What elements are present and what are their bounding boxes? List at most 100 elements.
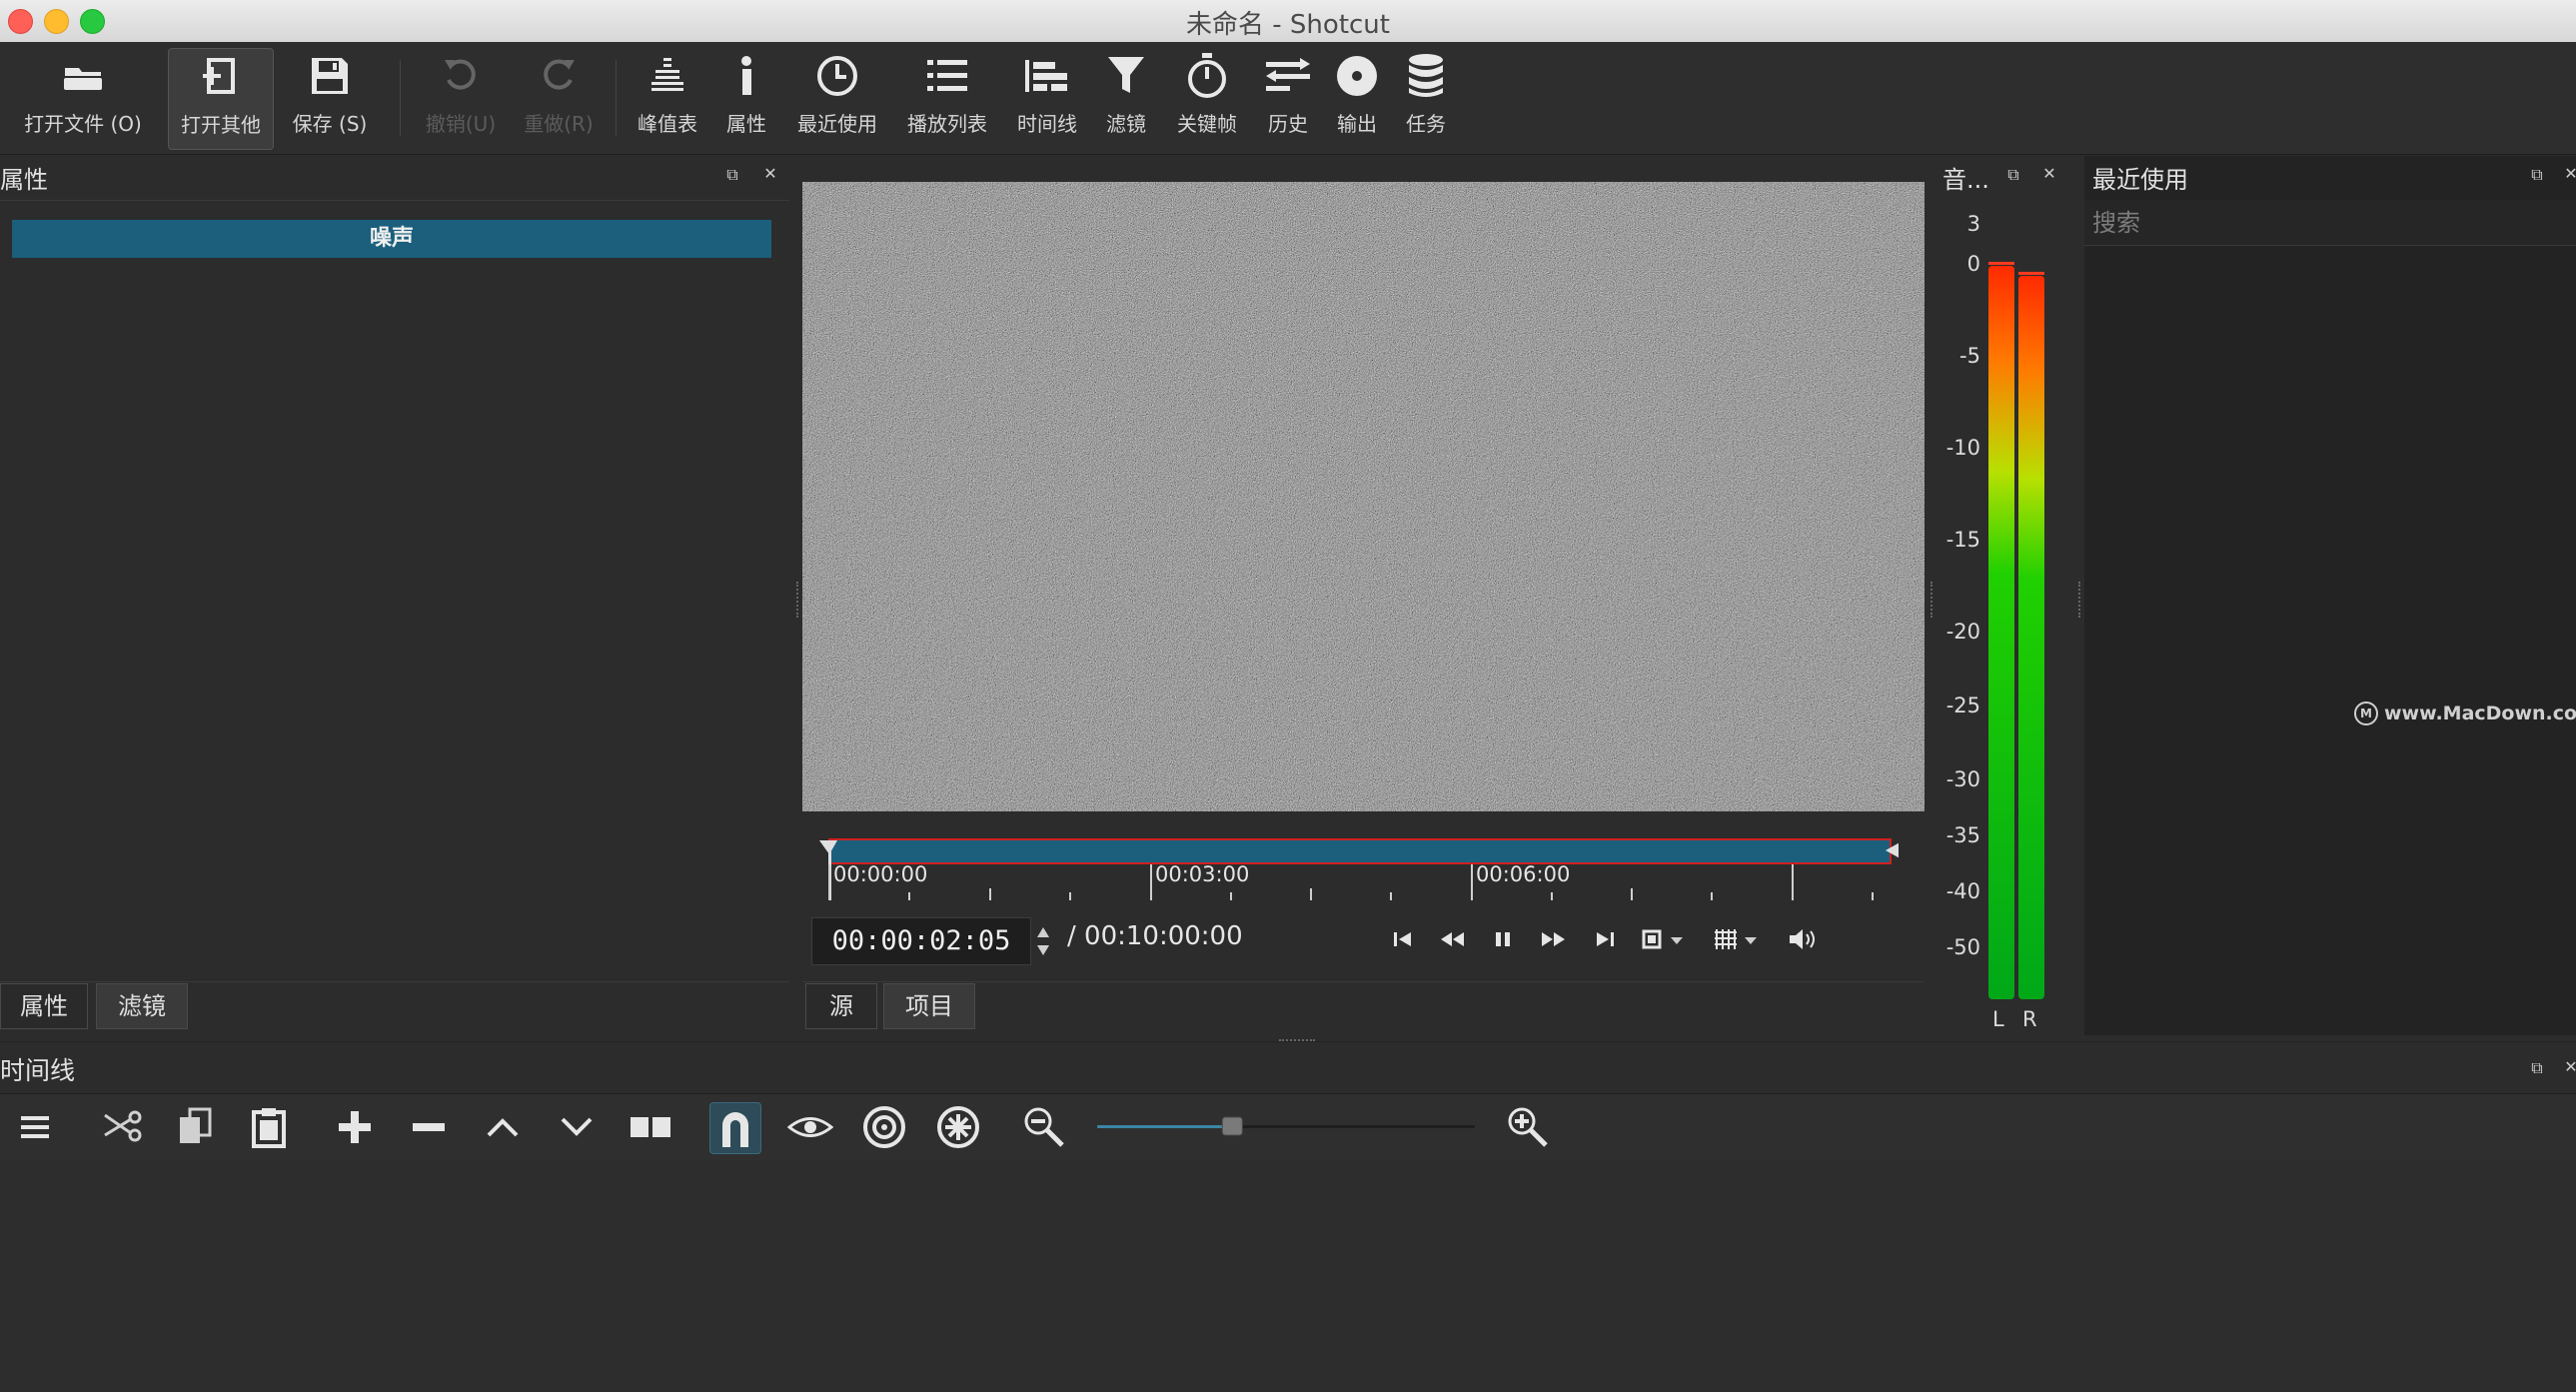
tab-project[interactable]: 项目	[883, 983, 975, 1029]
meter-scale-label: -30	[1945, 767, 1980, 791]
clock-icon	[807, 48, 867, 104]
meter-scale-label: -25	[1945, 694, 1980, 717]
redo-button[interactable]: 重做(R)	[514, 48, 604, 148]
tab-filters[interactable]: 滤镜	[96, 983, 188, 1029]
divider	[802, 981, 1925, 982]
meter-scale-label: -10	[1945, 436, 1980, 460]
keyframes-button[interactable]: 关键帧	[1167, 48, 1247, 148]
divider	[0, 981, 789, 982]
close-panel-icon[interactable]: ✕	[761, 165, 779, 183]
close-panel-icon[interactable]: ✕	[2562, 1058, 2576, 1076]
scrub-bar[interactable]: 00:00:00 00:03:00 00:06:00	[819, 834, 1899, 904]
recent-panel-title: 最近使用	[2092, 166, 2188, 194]
cut-icon[interactable]	[98, 1102, 148, 1152]
meter-scale-label: -5	[1959, 344, 1980, 368]
filter-button[interactable]: 滤镜	[1091, 48, 1161, 148]
meter-scale-label: -20	[1945, 620, 1980, 644]
snap-icon[interactable]	[709, 1102, 761, 1154]
timeline-zoom-slider[interactable]	[1097, 1116, 1475, 1136]
peak-meter-button[interactable]: 峰值表	[628, 48, 707, 148]
redo-icon	[529, 48, 589, 104]
remove-icon[interactable]	[404, 1102, 454, 1152]
open-other-icon	[191, 49, 251, 105]
open-other-button[interactable]: 打开其他	[168, 48, 274, 150]
slider-fill	[1097, 1125, 1233, 1128]
float-panel-icon[interactable]: ⧉	[2004, 166, 2022, 184]
pause-icon[interactable]	[1493, 927, 1515, 951]
meter-scale-label: -40	[1945, 879, 1980, 903]
split-icon[interactable]	[626, 1102, 675, 1152]
meter-bar-right	[2018, 272, 2044, 999]
slider-knob[interactable]	[1221, 1116, 1243, 1136]
zoom-out-icon[interactable]	[1019, 1102, 1069, 1152]
open-file-button[interactable]: 打开文件 (O)	[8, 48, 158, 148]
splitter-handle[interactable]	[796, 582, 801, 618]
splitter-handle[interactable]	[2078, 582, 2083, 618]
meter-scale: 3 0 -5 -10 -15 -20 -25 -30 -35 -40 -50	[1942, 200, 1980, 1059]
ruler-label: 00:03:00	[1155, 862, 1250, 886]
save-icon	[300, 48, 360, 104]
meter-scale-label: -15	[1945, 528, 1980, 552]
in-out-range	[828, 838, 1892, 864]
recent-button[interactable]: 最近使用	[789, 48, 885, 148]
properties-button[interactable]: 属性	[711, 48, 781, 148]
fast-forward-icon[interactable]	[1539, 927, 1567, 951]
timecode-spinner[interactable]	[1033, 919, 1053, 963]
paste-icon[interactable]	[244, 1102, 294, 1152]
close-panel-icon[interactable]: ✕	[2040, 165, 2058, 183]
audio-meter-title: 音...	[1942, 166, 1989, 194]
volume-icon[interactable]	[1787, 925, 1821, 953]
lift-icon[interactable]	[478, 1102, 528, 1152]
close-panel-icon[interactable]: ✕	[2562, 165, 2576, 183]
recent-search-input[interactable]: 搜索	[2084, 200, 2576, 246]
float-panel-icon[interactable]: ⧉	[2528, 166, 2546, 184]
info-icon	[716, 48, 776, 104]
jobs-button[interactable]: 任务	[1391, 48, 1461, 148]
timeline-tracks-area[interactable]	[0, 1160, 2576, 1392]
ripple-icon[interactable]	[859, 1102, 909, 1152]
timeline-menu-icon[interactable]	[10, 1102, 60, 1152]
overwrite-icon[interactable]	[552, 1102, 602, 1152]
append-icon[interactable]	[330, 1102, 380, 1152]
playlist-button[interactable]: 播放列表	[899, 48, 995, 148]
ruler-label: 00:06:00	[1476, 862, 1571, 886]
save-button[interactable]: 保存 (S)	[282, 48, 378, 148]
skip-to-start-icon[interactable]	[1391, 927, 1415, 951]
skip-to-end-icon[interactable]	[1593, 927, 1617, 951]
peak-meter-icon	[638, 48, 697, 104]
scrub-while-dragging-icon[interactable]	[785, 1102, 835, 1152]
position-timecode-field[interactable]: 00:00:02:05	[811, 917, 1031, 965]
macdown-logo-icon: M	[2354, 701, 2378, 725]
undo-button[interactable]: 撤销(U)	[418, 48, 504, 148]
channel-label-left: L	[1992, 1007, 2004, 1031]
splitter-handle[interactable]	[1931, 582, 1935, 618]
history-icon	[1258, 48, 1318, 104]
timeline-toolbar	[0, 1093, 2576, 1161]
zoom-fit-icon[interactable]	[1641, 927, 1689, 951]
history-button[interactable]: 历史	[1253, 48, 1323, 148]
divider	[0, 200, 789, 201]
watermark-text: www.MacDown.com	[2384, 702, 2576, 724]
stopwatch-icon	[1177, 48, 1237, 104]
rewind-icon[interactable]	[1439, 927, 1467, 951]
float-panel-icon[interactable]: ⧉	[723, 166, 741, 184]
recent-panel	[2084, 156, 2576, 1035]
video-preview[interactable]	[802, 182, 1925, 811]
jobs-icon	[1396, 48, 1456, 104]
toolbar-separator	[616, 60, 617, 136]
copy-icon[interactable]	[170, 1102, 220, 1152]
title-bar: 未命名 - Shotcut	[0, 0, 2576, 43]
tab-properties[interactable]: 属性	[0, 983, 88, 1029]
export-button[interactable]: 输出	[1323, 48, 1391, 148]
zoom-in-icon[interactable]	[1503, 1102, 1553, 1152]
meter-scale-label: 0	[1966, 252, 1980, 276]
meter-bar-left	[1988, 262, 2014, 999]
timeline-button[interactable]: 时间线	[1007, 48, 1087, 148]
tab-source[interactable]: 源	[805, 983, 877, 1029]
ripple-all-tracks-icon[interactable]	[933, 1102, 983, 1152]
filter-icon	[1096, 48, 1156, 104]
float-panel-icon[interactable]: ⧉	[2528, 1059, 2546, 1077]
window-title: 未命名 - Shotcut	[1186, 10, 1390, 40]
grid-icon[interactable]	[1713, 925, 1765, 953]
divider	[0, 1041, 2576, 1042]
